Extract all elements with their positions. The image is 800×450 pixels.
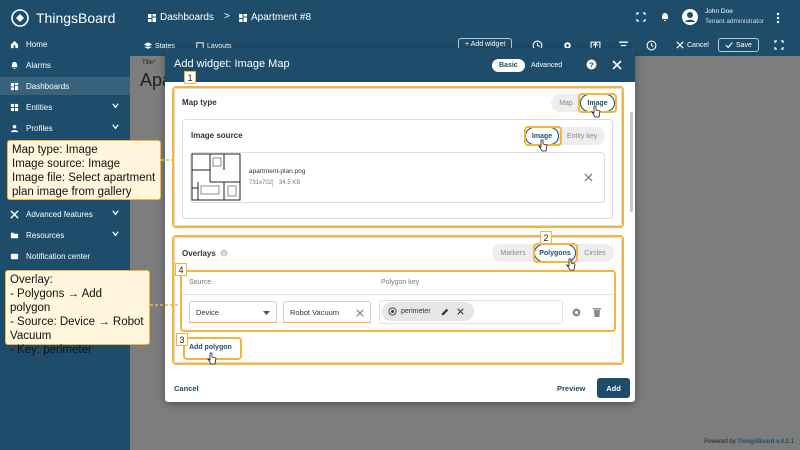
pointer-cursor-icon — [591, 105, 601, 118]
pointer-cursor-icon — [566, 258, 576, 271]
pointer-cursor-icon — [207, 352, 217, 365]
pointer-cursor-icon — [538, 139, 548, 152]
callout-overlay-config: Overlay: - Polygons → Add polygon - Sour… — [5, 270, 150, 356]
callout-connectors — [150, 159, 180, 306]
callout-map-config: Map type: Image Image source: Image Imag… — [7, 140, 161, 200]
